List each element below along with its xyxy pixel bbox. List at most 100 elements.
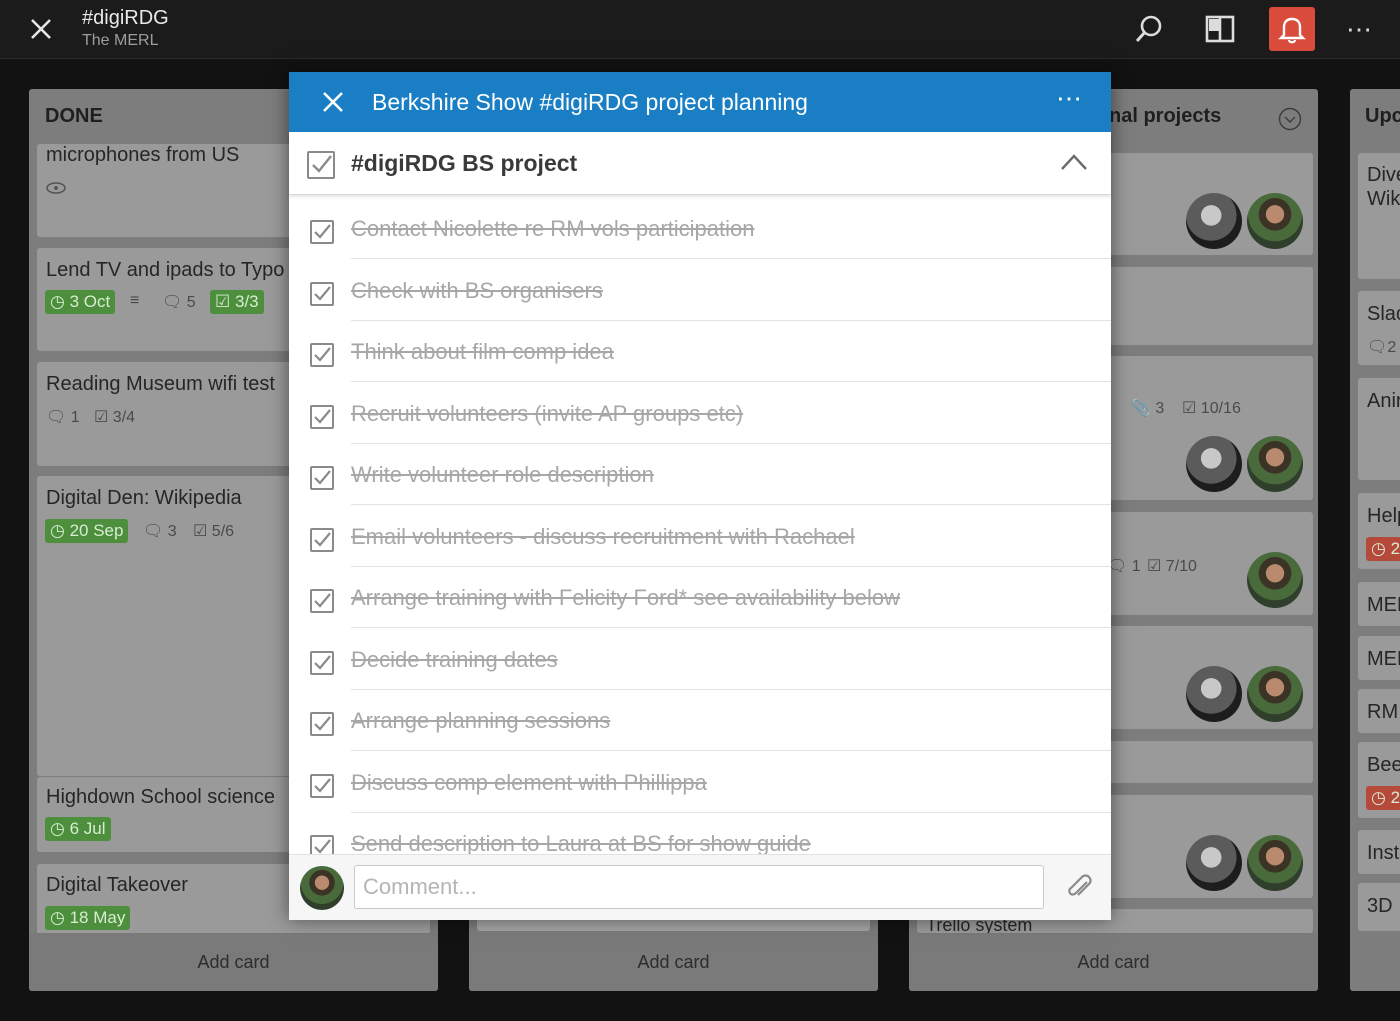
chevron-up-icon[interactable] (1061, 154, 1087, 170)
card[interactable]: MER (1358, 636, 1400, 680)
checklist-item[interactable]: Send description to Laura at BS for show… (289, 813, 1111, 854)
card[interactable]: RM (1358, 689, 1400, 733)
checklist-title: #digiRDG BS project (351, 150, 578, 176)
checklist-items: Contact Nicolette re RM vols participati… (289, 198, 1111, 854)
card-title: Anir (1367, 390, 1400, 412)
card[interactable]: MER (1358, 582, 1400, 626)
comment-input[interactable] (354, 865, 1044, 909)
close-board-button[interactable] (22, 10, 60, 48)
card-title: Slac (1367, 303, 1400, 325)
checklist-item[interactable]: Recruit volunteers (invite AP groups etc… (289, 383, 1111, 444)
checklist-item[interactable]: Check with BS organisers (289, 260, 1111, 321)
card[interactable]: 3D (1358, 883, 1400, 931)
board-icon (1205, 15, 1235, 43)
clock-icon: ◷ (50, 292, 65, 311)
card-title: Lend TV and ipads to Typo (46, 259, 285, 281)
checkbox-checked-icon[interactable] (310, 835, 334, 854)
add-card-button[interactable]: Add card (469, 933, 878, 991)
card[interactable]: Inst (1358, 830, 1400, 874)
due-date: 2 (1390, 539, 1400, 558)
checklist-item[interactable]: Think about film comp idea (289, 321, 1111, 382)
due-date: 18 May (69, 908, 126, 927)
checkbox-checked-icon[interactable] (310, 773, 334, 798)
checklist-item-text: Recruit volunteers (invite AP groups etc… (351, 400, 744, 426)
top-bar: #digiRDG The MERL ⋯ (0, 0, 1400, 59)
card-title: Bee (1367, 754, 1400, 776)
checklist-header[interactable]: #digiRDG BS project (289, 132, 1111, 195)
eye-icon (46, 182, 66, 194)
more-menu-button[interactable]: ⋯ (1336, 7, 1382, 51)
card-title: Dive Wik (1367, 164, 1400, 210)
due-date-badge: ◷ 2 (1366, 786, 1400, 810)
close-modal-button[interactable] (317, 84, 349, 120)
board-subtitle: The MERL (82, 32, 159, 49)
checklist-item[interactable]: Arrange training with Felicity Ford* see… (289, 567, 1111, 628)
comment-number: 2 (1387, 339, 1397, 356)
checklist-item-text: Check with BS organisers (351, 277, 603, 303)
more-icon: ⋯ (1056, 83, 1082, 113)
avatar (1247, 552, 1303, 608)
checkbox-checked-icon[interactable] (310, 527, 334, 552)
avatar (1247, 835, 1303, 891)
checklist-item-text: Send description to Laura at BS for show… (351, 831, 811, 854)
checkbox-checked-icon[interactable] (310, 281, 334, 306)
search-button[interactable] (1126, 7, 1172, 51)
card-title: Digital Takeover (46, 874, 188, 896)
card-title: Inst (1367, 842, 1400, 864)
notifications-button[interactable] (1269, 7, 1315, 51)
checklist-item[interactable]: Write volunteer role description (289, 444, 1111, 505)
checklist-icon: ☑ (94, 409, 109, 426)
card[interactable]: Anir (1358, 378, 1400, 480)
comment-icon: 🗨 (46, 409, 67, 426)
avatar (1186, 436, 1242, 492)
due-date: 2 (1390, 788, 1400, 807)
card[interactable]: Slac 🗨2 (1358, 291, 1400, 365)
comment-count: 🗨 1 (46, 407, 80, 427)
list-title: nal projects (1109, 105, 1222, 127)
checkbox-checked-icon[interactable] (310, 589, 334, 613)
add-card-button[interactable]: Add card (909, 933, 1318, 991)
clock-icon: ◷ (1371, 539, 1386, 558)
list-title: DONE (45, 105, 103, 127)
checklist-item-text: Discuss comp element with Phillippa (351, 769, 707, 795)
due-date-badge: ◷ 2 (1366, 537, 1400, 561)
checklist-count: ☑ 7/10 (1147, 556, 1197, 576)
add-card-button[interactable]: Add card (29, 933, 438, 991)
search-icon (1135, 15, 1162, 42)
card[interactable]: Help ◷ 2 (1358, 493, 1400, 569)
card[interactable]: Dive Wik (1358, 153, 1400, 279)
comment-count: 🗨 3 (143, 521, 177, 541)
checklist-item[interactable]: Email volunteers - discuss recruitment w… (289, 506, 1111, 567)
checkbox-checked-icon[interactable] (310, 712, 334, 736)
comment-bar (289, 854, 1111, 920)
checklist-item[interactable]: Arrange planning sessions (289, 690, 1111, 751)
board-title: #digiRDG (82, 7, 169, 29)
modal-more-button[interactable]: ⋯ (1049, 80, 1089, 120)
checkbox-checked-icon[interactable] (310, 466, 334, 490)
checklist-item[interactable]: Discuss comp element with Phillippa (289, 752, 1111, 813)
card[interactable]: Bee ◷ 2 (1358, 742, 1400, 818)
clock-icon: ◷ (1371, 788, 1386, 807)
board-view-button[interactable] (1197, 7, 1243, 51)
comment-number: 1 (1131, 558, 1141, 575)
checklist-item[interactable]: Contact Nicolette re RM vols participati… (289, 198, 1111, 259)
comment-number: 1 (70, 409, 80, 426)
checklist-item[interactable]: Decide training dates (289, 629, 1111, 690)
checklist-item-text: Write volunteer role description (351, 462, 654, 487)
checklist-count: ☑ 5/6 (193, 521, 234, 541)
card-title: microphones from US (46, 144, 240, 166)
close-icon (323, 92, 343, 112)
checkbox-checked-icon[interactable] (310, 220, 334, 244)
clock-icon: ◷ (50, 908, 65, 927)
attachment-icon[interactable] (1065, 873, 1095, 903)
card-title: MER (1367, 648, 1400, 670)
chevron-down-circle-icon[interactable] (1278, 107, 1302, 131)
checkbox-checked-icon[interactable] (310, 650, 334, 675)
due-date-badge: ◷ 18 May (45, 906, 131, 930)
checklist-number: 5/6 (211, 523, 235, 540)
checkbox-checked-icon[interactable] (310, 404, 334, 429)
checklist-icon: ☑ (1182, 400, 1197, 417)
card-title: Digital Den: Wikipedia (46, 487, 242, 509)
checklist-number: 10/16 (1200, 400, 1241, 417)
checkbox-checked-icon[interactable] (310, 343, 334, 367)
